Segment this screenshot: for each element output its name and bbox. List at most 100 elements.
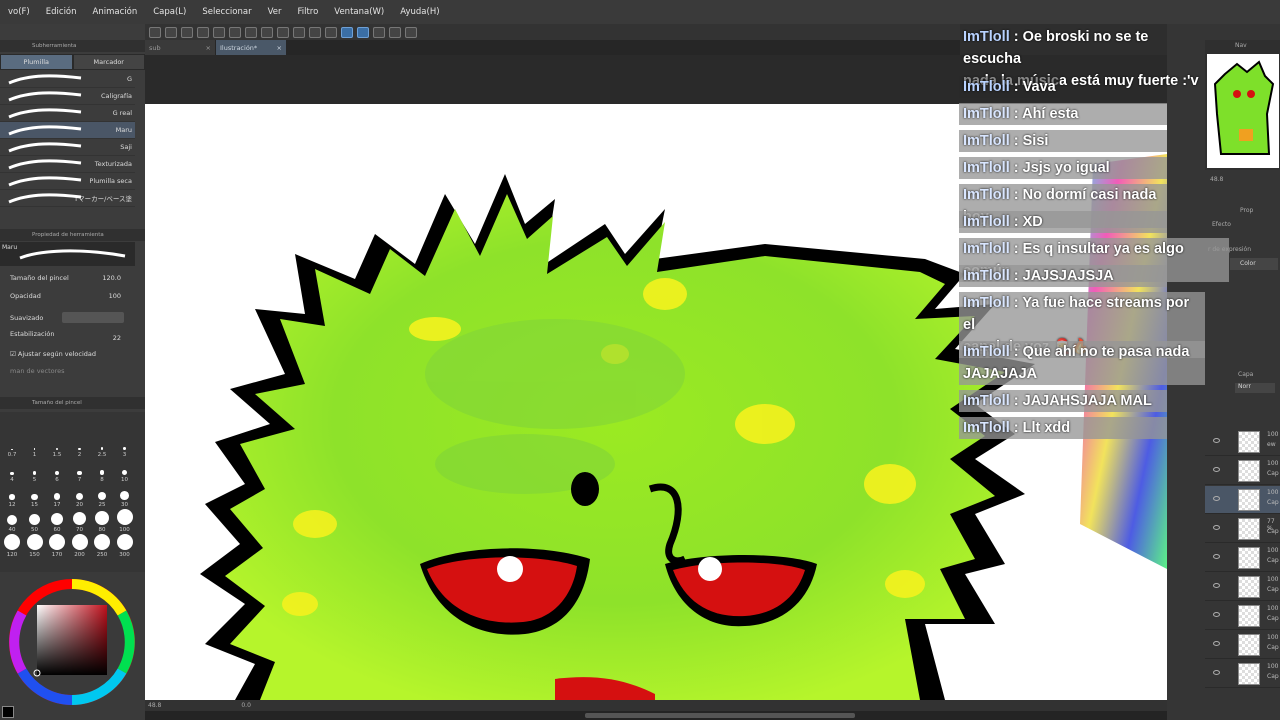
brush-size-value[interactable]: 120.0: [102, 274, 121, 282]
visibility-eye-icon[interactable]: [1213, 612, 1220, 617]
brush-size-cell[interactable]: 15: [24, 484, 46, 508]
layer-row[interactable]: 77 % Cap: [1205, 515, 1280, 543]
open-icon[interactable]: [165, 26, 177, 38]
brush-size-cell[interactable]: 2.5: [91, 434, 113, 458]
transform-icon[interactable]: [245, 26, 257, 38]
brush-item[interactable]: Caligrafía: [0, 88, 135, 105]
brush-size-cell[interactable]: 200: [69, 534, 91, 558]
fill-icon[interactable]: [229, 26, 241, 38]
menu-help[interactable]: Ayuda(H): [392, 7, 447, 17]
brush-size-cell[interactable]: 7: [69, 459, 91, 483]
brush-size-cell[interactable]: 3: [114, 434, 136, 458]
brush-size-cell[interactable]: 1.5: [46, 434, 68, 458]
brush-size-cell[interactable]: 250: [91, 534, 113, 558]
ruler-icon[interactable]: [325, 26, 337, 38]
stabilization-value[interactable]: 22: [113, 334, 121, 342]
brush-size-cell[interactable]: 0.7: [1, 434, 23, 458]
menu-select[interactable]: Seleccionar: [194, 7, 259, 17]
brush-size-cell[interactable]: 120: [1, 534, 23, 558]
close-icon[interactable]: ×: [277, 44, 282, 52]
layer-row[interactable]: 100 Cap: [1205, 457, 1280, 485]
brush-item[interactable]: G real: [0, 105, 135, 122]
menu-layer[interactable]: Capa(L): [145, 7, 194, 17]
brush-size-cell[interactable]: 4: [1, 459, 23, 483]
layer-row[interactable]: 100 Cap: [1205, 573, 1280, 601]
speed-row[interactable]: ☑ Ajustar según velocidad: [10, 350, 135, 358]
main-color-swatch[interactable]: [2, 706, 14, 718]
brush-size-cell[interactable]: 60: [46, 509, 68, 533]
brush-size-cell[interactable]: 2: [69, 434, 91, 458]
brush-size-cell[interactable]: 17: [46, 484, 68, 508]
layer-row[interactable]: 100 Cap: [1205, 660, 1280, 688]
visibility-eye-icon[interactable]: [1213, 496, 1220, 501]
save-icon[interactable]: [181, 26, 193, 38]
smoothing-selector[interactable]: [62, 312, 124, 323]
brush-size-cell[interactable]: 5: [24, 459, 46, 483]
navigator-preview[interactable]: [1207, 54, 1279, 168]
help-icon[interactable]: [405, 26, 417, 38]
brush-size-row[interactable]: Tamaño del pincel 120.0: [10, 274, 135, 282]
blend-mode-select[interactable]: Norr: [1235, 383, 1275, 393]
visibility-eye-icon[interactable]: [1213, 641, 1220, 646]
layer-row[interactable]: 100 ew: [1205, 428, 1280, 456]
color-mode-select[interactable]: Color: [1230, 258, 1278, 270]
brush-size-cell[interactable]: 1: [24, 434, 46, 458]
tab-sub[interactable]: sub ×: [145, 40, 215, 55]
layer-row[interactable]: 100 Cap: [1205, 544, 1280, 572]
opacity-row[interactable]: Opacidad 100: [10, 292, 135, 300]
stabilization-row[interactable]: Estabilización 22: [10, 330, 135, 342]
brush-size-cell[interactable]: 40: [1, 509, 23, 533]
brush-size-cell[interactable]: 150: [24, 534, 46, 558]
brush-item[interactable]: Texturizada: [0, 156, 135, 173]
brush-size-cell[interactable]: 8: [91, 459, 113, 483]
brush-item[interactable]: Maru: [0, 122, 135, 139]
navigator-zoom[interactable]: 48.8: [1210, 176, 1223, 183]
tab-marcador[interactable]: Marcador: [72, 54, 145, 70]
grid-icon[interactable]: [309, 26, 321, 38]
visibility-eye-icon[interactable]: [1213, 467, 1220, 472]
stroke-correction-icon[interactable]: [341, 26, 353, 38]
redo-icon[interactable]: [277, 26, 289, 38]
brush-size-cell[interactable]: 170: [46, 534, 68, 558]
visibility-eye-icon[interactable]: [1213, 554, 1220, 559]
menu-animation[interactable]: Animación: [85, 7, 146, 17]
brush-size-cell[interactable]: 10: [114, 459, 136, 483]
snap-icon[interactable]: [293, 26, 305, 38]
brush-size-cell[interactable]: 100: [114, 509, 136, 533]
brush-size-cell[interactable]: 300: [114, 534, 136, 558]
brush-item[interactable]: Tマーカー/ベース塗: [0, 190, 135, 207]
scroll-thumb[interactable]: [585, 713, 855, 718]
visibility-eye-icon[interactable]: [1213, 583, 1220, 588]
brush-size-cell[interactable]: 25: [91, 484, 113, 508]
menu-filter[interactable]: Filtro: [289, 7, 326, 17]
visibility-eye-icon[interactable]: [1213, 670, 1220, 675]
layer-row[interactable]: 100 Cap: [1205, 631, 1280, 659]
brush-item[interactable]: Plumilla seca: [0, 173, 135, 190]
clear-icon[interactable]: [213, 26, 225, 38]
new-icon[interactable]: [149, 26, 161, 38]
brush-size-cell[interactable]: 30: [114, 484, 136, 508]
brush-size-cell[interactable]: 20: [69, 484, 91, 508]
smoothing-row[interactable]: Suavizado: [10, 312, 135, 323]
settings-icon[interactable]: [197, 26, 209, 38]
color-wheel[interactable]: [0, 572, 145, 712]
menu-file[interactable]: vo(F): [0, 7, 38, 17]
layer-row[interactable]: 100 Cap: [1205, 486, 1280, 514]
menu-window[interactable]: Ventana(W): [326, 7, 392, 17]
visibility-eye-icon[interactable]: [1213, 525, 1220, 530]
pen-settings-icon[interactable]: [373, 26, 385, 38]
opacity-value[interactable]: 100: [109, 292, 121, 300]
horizontal-scrollbar[interactable]: [145, 711, 1167, 720]
tab-plumilla[interactable]: Plumilla: [0, 54, 73, 70]
layer-row[interactable]: 100 Cap: [1205, 602, 1280, 630]
brush-item[interactable]: Saji: [0, 139, 135, 156]
document-icon[interactable]: [389, 26, 401, 38]
menu-view[interactable]: Ver: [260, 7, 290, 17]
zoom-readout[interactable]: 48.8: [148, 702, 161, 709]
brush-size-cell[interactable]: 50: [24, 509, 46, 533]
menu-edit[interactable]: Edición: [38, 7, 85, 17]
brush-size-cell[interactable]: 70: [69, 509, 91, 533]
stroke-correction-2-icon[interactable]: [357, 26, 369, 38]
brush-size-cell[interactable]: 12: [1, 484, 23, 508]
undo-icon[interactable]: [261, 26, 273, 38]
